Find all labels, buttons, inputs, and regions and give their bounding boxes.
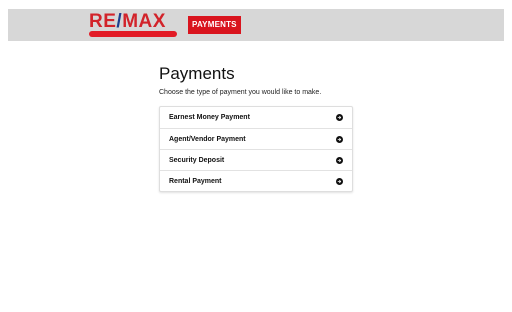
payment-option-agent-vendor[interactable]: Agent/Vendor Payment: [160, 128, 352, 149]
logo-wordmark: RE/MAX: [89, 11, 166, 32]
page-subtitle: Choose the type of payment you would lik…: [159, 89, 322, 96]
payments-badge[interactable]: PAYMENTS: [188, 16, 241, 34]
payment-option-label: Rental Payment: [169, 177, 222, 185]
payment-option-label: Agent/Vendor Payment: [169, 135, 246, 143]
payment-option-label: Security Deposit: [169, 156, 225, 164]
payment-option-earnest-money[interactable]: Earnest Money Payment: [160, 107, 352, 128]
payment-option-rental[interactable]: Rental Payment: [160, 170, 352, 191]
page-title: Payments: [159, 64, 235, 83]
arrow-circle-right-icon: [336, 177, 343, 185]
logo-swoosh: [89, 31, 177, 37]
payment-option-security-deposit[interactable]: Security Deposit: [160, 149, 352, 170]
main-content: Payments Choose the type of payment you …: [159, 63, 353, 192]
payment-option-label: Earnest Money Payment: [169, 114, 250, 121]
remax-logo[interactable]: RE/MAX: [89, 9, 185, 41]
top-bar: RE/MAX PAYMENTS: [8, 9, 504, 41]
arrow-circle-right-icon: [336, 114, 343, 121]
arrow-circle-right-icon: [336, 156, 343, 164]
arrow-circle-right-icon: [336, 135, 343, 143]
payment-options-list: Earnest Money Payment Agent/Vendor Payme…: [159, 106, 353, 192]
